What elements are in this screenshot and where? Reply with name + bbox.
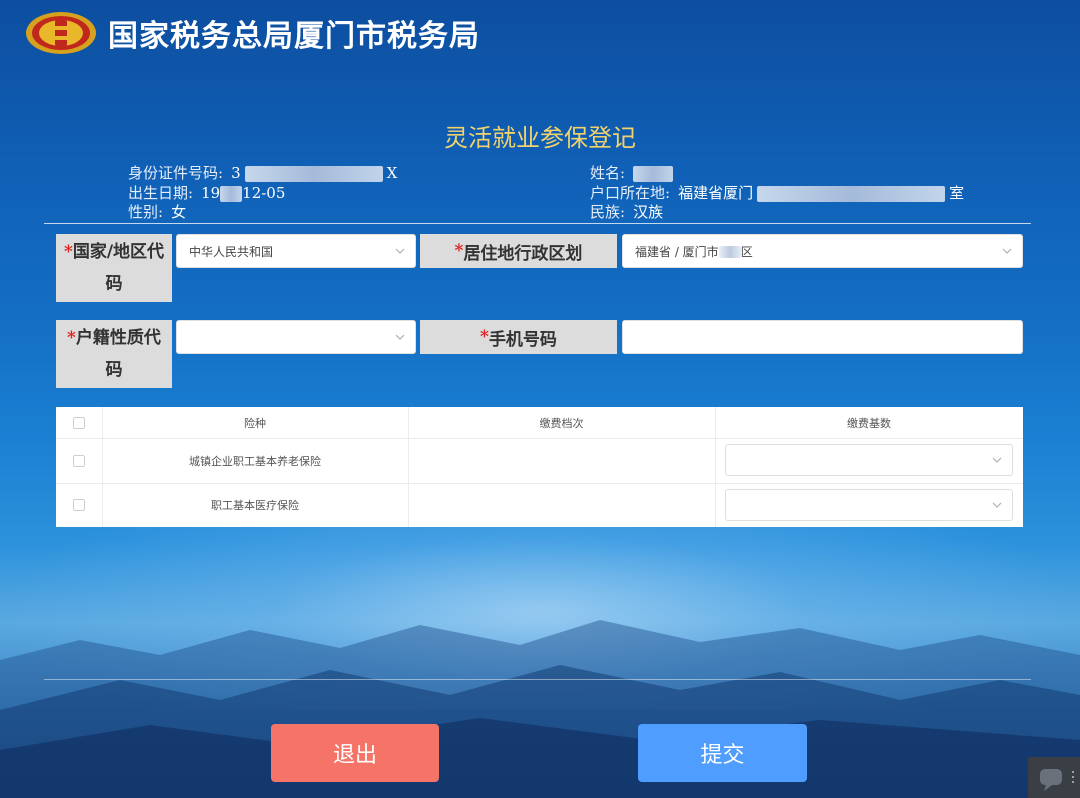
redaction-blur: [633, 166, 674, 182]
address-value: 福建省厦门 室: [678, 184, 964, 204]
redaction-blur: [220, 185, 243, 202]
person-info-right: 姓名: 户口所在地: 福建省厦门 室 民族: 汉族: [590, 164, 964, 223]
table-cell-insurance: 城镇企业职工基本养老保险: [189, 454, 321, 468]
gender-label: 性别:: [128, 203, 164, 221]
pension-base-select[interactable]: [725, 444, 1013, 476]
address-row: 户口所在地: 福建省厦门 室: [590, 184, 964, 204]
ethnicity-label: 民族:: [590, 203, 626, 221]
gender-value: 女: [171, 203, 187, 221]
country-code-label-line2: 码: [105, 274, 123, 294]
address-suffix: 室: [949, 183, 965, 202]
required-mark: *: [63, 242, 73, 262]
table-cell-level: [408, 483, 715, 527]
name-row: 姓名:: [590, 164, 964, 184]
table-row-checkbox-cell: [56, 438, 102, 483]
redaction-blur: [757, 185, 946, 202]
insurance-table: 险种 缴费档次 缴费基数 城镇企业职工基本养老保险 职工基本医疗保险: [56, 407, 1023, 527]
chevron-down-icon: [395, 248, 405, 254]
redaction-blur: [244, 166, 383, 182]
chevron-down-icon: [1002, 248, 1012, 254]
info-divider: [44, 223, 1031, 224]
row-checkbox-medical[interactable]: [73, 499, 85, 511]
person-info-left: 身份证件号码: 3X 出生日期: 19 12-05 性别: 女: [128, 164, 397, 223]
birth-date-prefix: 19: [201, 183, 221, 202]
name-value: [633, 164, 674, 184]
residence-region-label-text: 居住地行政区划: [463, 243, 583, 264]
site-header: 国家税务总局厦门市税务局: [24, 8, 480, 58]
row-checkbox-pension[interactable]: [73, 454, 85, 467]
table-header-insurance: 险种: [244, 416, 266, 430]
address-label: 户口所在地:: [590, 183, 671, 202]
chat-icon: [1040, 769, 1074, 791]
id-number-row: 身份证件号码: 3X: [128, 164, 397, 184]
exit-button[interactable]: 退出: [271, 724, 439, 782]
site-brand: 国家税务总局厦门市税务局: [108, 19, 480, 54]
submit-button[interactable]: 提交: [638, 724, 807, 782]
country-code-label-line1: 国家/地区代: [72, 242, 165, 262]
required-mark: *: [454, 241, 464, 261]
great-wall-background: [0, 620, 1080, 798]
table-cell-level: [408, 438, 715, 483]
floating-chat-widget[interactable]: [1028, 757, 1080, 798]
household-type-label-line2: 码: [105, 360, 123, 380]
residence-region-select[interactable]: 福建省 / 厦门市 区: [622, 234, 1023, 268]
country-code-select[interactable]: 中华人民共和国: [176, 234, 416, 268]
phone-number-label: * 手机号码: [420, 320, 617, 354]
birth-date-value: 19 12-05: [201, 184, 285, 204]
id-number-suffix: X: [386, 164, 398, 182]
select-all-checkbox[interactable]: [73, 416, 85, 429]
footer-divider: [44, 679, 1031, 680]
birth-date-row: 出生日期: 19 12-05: [128, 184, 397, 204]
name-label: 姓名:: [590, 164, 626, 182]
required-mark: *: [480, 327, 489, 347]
gender-row: 性别: 女: [128, 203, 397, 223]
id-number-value: 3X: [231, 164, 397, 184]
required-mark: *: [67, 328, 76, 348]
residence-value-prefix: 福建省 / 厦门市: [635, 244, 719, 259]
ethnicity-value: 汉族: [633, 203, 664, 221]
table-header-base: 缴费基数: [847, 416, 891, 430]
phone-number-input[interactable]: [622, 320, 1023, 354]
country-code-label: *国家/地区代 码: [56, 234, 172, 302]
residence-value-suffix: 区: [740, 244, 753, 259]
ethnicity-row: 民族: 汉族: [590, 203, 964, 223]
chevron-down-icon: [992, 502, 1002, 508]
select-all-cell: [56, 407, 102, 438]
household-type-select[interactable]: [176, 320, 416, 354]
table-row-checkbox-cell: [56, 483, 102, 527]
household-type-label-line1: 户籍性质代: [75, 328, 161, 348]
residence-region-label: * 居住地行政区划: [420, 234, 617, 268]
medical-base-select[interactable]: [725, 489, 1013, 521]
redaction-blur: [718, 246, 741, 258]
tax-emblem-icon: [26, 12, 96, 54]
table-cell-insurance: 职工基本医疗保险: [211, 499, 299, 512]
phone-number-label-text: 手机号码: [488, 329, 557, 350]
chevron-down-icon: [992, 457, 1002, 463]
id-number-label: 身份证件号码:: [128, 164, 224, 182]
page-title: 灵活就业参保登记: [444, 124, 636, 152]
address-prefix: 福建省厦门: [678, 183, 754, 202]
chevron-down-icon: [395, 334, 405, 340]
country-code-value: 中华人民共和国: [189, 244, 274, 259]
table-header-level: 缴费档次: [539, 416, 584, 430]
residence-region-value: 福建省 / 厦门市 区: [635, 243, 753, 260]
household-type-label: *户籍性质代 码: [56, 320, 172, 388]
id-number-prefix: 3: [231, 164, 241, 182]
birth-date-label: 出生日期:: [128, 183, 194, 202]
birth-date-suffix: 12-05: [242, 183, 286, 202]
